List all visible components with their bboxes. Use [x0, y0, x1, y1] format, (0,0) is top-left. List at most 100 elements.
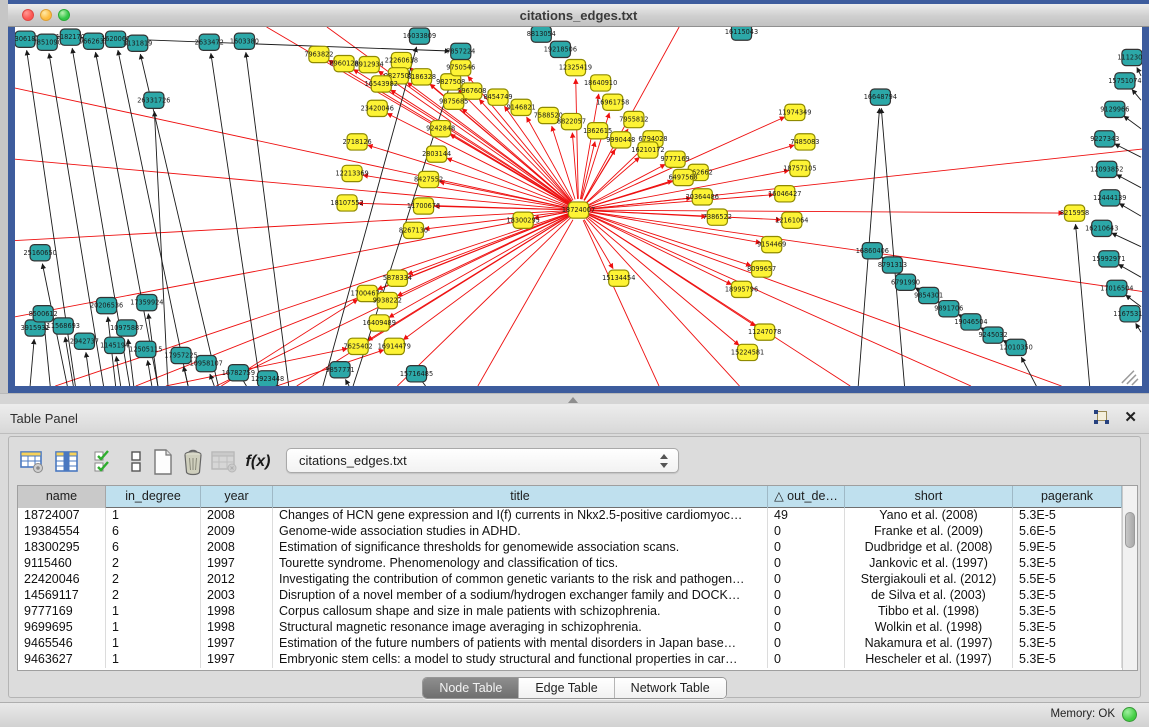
delete-column-icon[interactable]: [178, 447, 208, 477]
graph-node[interactable]: 8099657: [747, 261, 776, 277]
graph-node[interactable]: 9777169: [661, 151, 690, 167]
column-header-title[interactable]: title: [273, 486, 768, 508]
graph-node[interactable]: 8131819: [123, 35, 152, 51]
table-row[interactable]: 2242004622012Investigating the contribut…: [18, 572, 1137, 588]
graph-node[interactable]: 8186328: [407, 69, 436, 85]
graph-node[interactable]: 11675317: [1113, 306, 1142, 322]
graph-node[interactable]: 2633472: [195, 34, 224, 50]
graph-node[interactable]: 9146821: [507, 99, 536, 115]
graph-node[interactable]: 17016504: [1100, 280, 1133, 296]
graph-node[interactable]: 12923448: [251, 371, 284, 386]
graph-node[interactable]: 2718126: [343, 134, 372, 150]
graph-node[interactable]: 19046504: [954, 314, 987, 330]
graph-node[interactable]: 2803144: [422, 146, 451, 162]
graph-node[interactable]: 20364486: [686, 189, 719, 205]
close-window-icon[interactable]: [22, 9, 34, 21]
minimize-window-icon[interactable]: [40, 9, 52, 21]
memory-status-icon[interactable]: [1122, 707, 1137, 722]
graph-node[interactable]: 20206536: [90, 298, 123, 314]
graph-node[interactable]: 9891706: [934, 301, 963, 317]
graph-node[interactable]: 8791313: [878, 257, 907, 273]
graph-node[interactable]: 15751074: [1108, 73, 1141, 89]
graph-node[interactable]: 18757105: [783, 160, 816, 176]
graph-node[interactable]: 8822057: [557, 113, 586, 129]
graph-node[interactable]: 9245032: [979, 327, 1008, 343]
column-header-short[interactable]: short: [845, 486, 1013, 508]
graph-node[interactable]: 1112303: [1117, 49, 1142, 65]
column-header-in_degree[interactable]: in_degree: [106, 486, 201, 508]
graph-node[interactable]: 1145194: [100, 337, 129, 353]
graph-node[interactable]: 7625402: [344, 338, 373, 354]
unselect-all-icon[interactable]: [121, 447, 151, 477]
close-panel-icon[interactable]: ✕: [1124, 410, 1137, 426]
graph-node[interactable]: 19218506: [544, 41, 577, 57]
graph-node[interactable]: 17359924: [130, 294, 163, 310]
graph-node[interactable]: 9154469: [757, 237, 786, 253]
graph-node[interactable]: 7857224: [446, 43, 475, 59]
graph-node[interactable]: 12093852: [1090, 161, 1123, 177]
graph-node[interactable]: 12161064: [775, 212, 808, 228]
graph-node[interactable]: 16409489: [363, 315, 396, 331]
window-titlebar[interactable]: citations_edges.txt: [8, 4, 1149, 27]
graph-node[interactable]: 12325419: [559, 60, 592, 76]
column-header-out_degree[interactable]: △ out_de…: [768, 486, 845, 508]
table-row[interactable]: 1938455462009Genome-wide association stu…: [18, 524, 1137, 540]
scrollbar-thumb[interactable]: [1125, 512, 1135, 548]
graph-node[interactable]: 7386522: [703, 209, 732, 225]
graph-node[interactable]: 15716485: [400, 366, 433, 382]
tab-node-table[interactable]: Node Table: [423, 678, 519, 698]
graph-node[interactable]: 1603380: [230, 33, 259, 49]
table-row[interactable]: 946554611997Estimation of the future num…: [18, 636, 1137, 652]
graph-node[interactable]: 11700676: [407, 198, 440, 214]
graph-node[interactable]: 18300295: [507, 212, 540, 228]
graph-node[interactable]: 9857771: [325, 362, 354, 378]
table-row[interactable]: 946362711997Embryonic stem cells: a mode…: [18, 652, 1137, 668]
graph-node[interactable]: 7485083: [790, 134, 819, 150]
tab-edge-table[interactable]: Edge Table: [519, 678, 614, 698]
graph-node[interactable]: 22260638: [385, 52, 418, 68]
column-header-pagerank[interactable]: pagerank: [1013, 486, 1122, 508]
graph-node[interactable]: 8813054: [527, 27, 556, 42]
graph-node[interactable]: 18107552: [330, 195, 363, 211]
table-selector-dropdown[interactable]: citations_edges.txt: [286, 448, 679, 473]
tab-network-table[interactable]: Network Table: [615, 678, 726, 698]
function-builder-icon[interactable]: f(x): [243, 447, 273, 477]
table-row[interactable]: 1456911722003Disruption of a novel membe…: [18, 588, 1137, 604]
float-panel-icon[interactable]: [1094, 410, 1110, 426]
graph-node[interactable]: 7955812: [619, 111, 648, 127]
network-canvas[interactable]: 1872400779638228960128891293422260638982…: [15, 27, 1142, 386]
graph-node[interactable]: 6497568: [669, 169, 698, 185]
graph-node[interactable]: 16860406: [856, 243, 889, 259]
graph-node[interactable]: 12213369: [335, 165, 368, 181]
graph-node[interactable]: 25160650: [24, 245, 57, 261]
graph-node[interactable]: 2942737: [70, 333, 99, 349]
graph-node[interactable]: 18640910: [584, 75, 617, 91]
graph-node[interactable]: 8267130: [399, 222, 428, 238]
zoom-window-icon[interactable]: [58, 9, 70, 21]
table-row[interactable]: 977716911998Corpus callosum shape and si…: [18, 604, 1137, 620]
graph-node[interactable]: 9242848: [426, 121, 455, 137]
select-all-icon[interactable]: [89, 447, 119, 477]
graph-node[interactable]: 16914479: [378, 338, 411, 354]
graph-node[interactable]: 5878334: [383, 270, 412, 286]
create-column-icon[interactable]: [148, 447, 178, 477]
table-row[interactable]: 969969511998Structural magnetic resonanc…: [18, 620, 1137, 636]
table-row[interactable]: 911546021997Tourette syndrome. Phenomeno…: [18, 556, 1137, 572]
graph-node[interactable]: 9227343: [1090, 131, 1119, 147]
graph-node[interactable]: 6791990: [891, 274, 920, 290]
graph-node[interactable]: 16115043: [725, 27, 758, 40]
graph-node[interactable]: 9129966: [1100, 101, 1129, 117]
graph-node[interactable]: 16033809: [403, 28, 436, 44]
divider-grip-icon[interactable]: [568, 397, 578, 403]
graph-node[interactable]: 15224581: [731, 344, 764, 360]
table-row[interactable]: 1830029562008Estimation of significance …: [18, 540, 1137, 556]
graph-node[interactable]: 12505115: [129, 341, 162, 357]
graph-node[interactable]: 12444139: [1093, 190, 1126, 206]
change-table-mode-icon[interactable]: [17, 447, 47, 477]
graph-node[interactable]: 10975887: [110, 320, 143, 336]
graph-node[interactable]: 16961758: [596, 94, 629, 110]
graph-node[interactable]: 9875685: [439, 93, 468, 109]
graph-node[interactable]: 26331726: [137, 92, 170, 108]
graph-node[interactable]: 8912934: [355, 56, 384, 72]
show-columns-icon[interactable]: [52, 447, 82, 477]
